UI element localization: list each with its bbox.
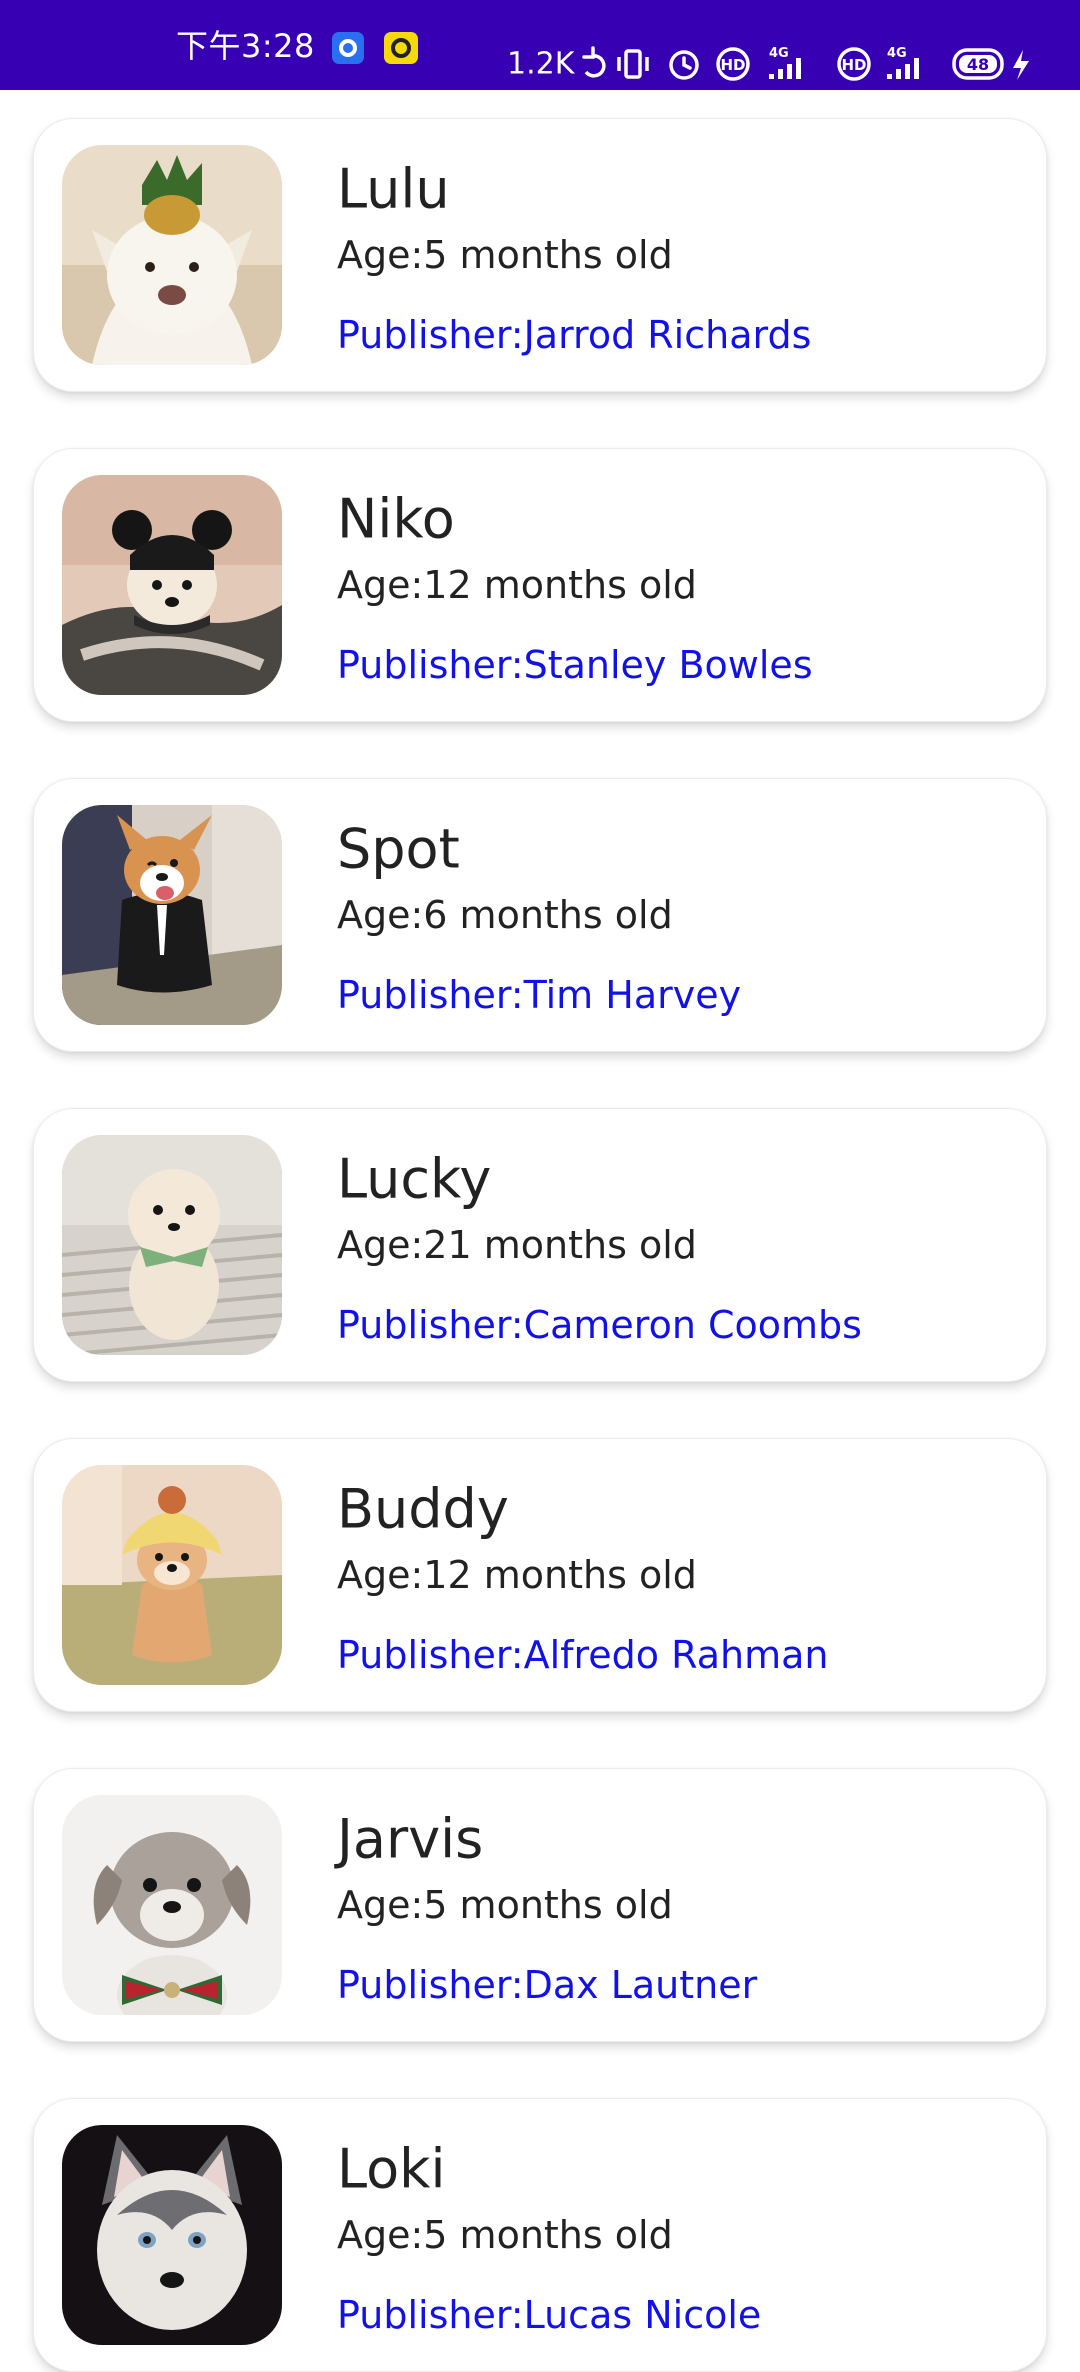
dog-publisher: Publisher:Jarrod Richards (337, 313, 812, 357)
dog-age: Age:12 months old (337, 1553, 697, 1597)
dog-photo (62, 475, 282, 695)
dog-publisher: Publisher:Stanley Bowles (337, 643, 813, 687)
status-indicators: 1.2K HD 4G HD 4G 48 (507, 34, 1047, 94)
dog-name: Buddy (337, 1477, 509, 1541)
dog-card-lucky[interactable]: Lucky Age:21 months old Publisher:Camero… (33, 1108, 1047, 1382)
dog-photo (62, 805, 282, 1025)
dog-publisher: Publisher:Dax Lautner (337, 1963, 758, 2007)
dog-card-spot[interactable]: Spot Age:6 months old Publisher:Tim Harv… (33, 778, 1047, 1052)
dog-name: Lulu (337, 157, 450, 221)
dog-name: Spot (337, 817, 460, 881)
charging-icon (1013, 50, 1029, 80)
dog-card-lulu[interactable]: Lulu Age:5 months old Publisher:Jarrod R… (33, 118, 1047, 392)
dog-publisher: Publisher:Alfredo Rahman (337, 1633, 829, 1677)
svg-text:4G: 4G (887, 46, 907, 61)
dog-photo (62, 145, 282, 365)
dog-publisher: Publisher:Tim Harvey (337, 973, 742, 1017)
notification-app-icon (384, 32, 418, 64)
dog-name: Lucky (337, 1147, 492, 1211)
dog-publisher: Publisher:Lucas Nicole (337, 2293, 762, 2337)
dog-name: Jarvis (337, 1807, 484, 1871)
dog-photo (62, 1465, 282, 1685)
hd-icon: HD (837, 47, 871, 81)
dog-card-niko[interactable]: Niko Age:12 months old Publisher:Stanley… (33, 448, 1047, 722)
dog-publisher: Publisher:Cameron Coombs (337, 1303, 862, 1347)
dog-age: Age:6 months old (337, 893, 673, 937)
signal-4g-icon: 4G (769, 46, 801, 79)
signal-4g-icon: 4G (887, 46, 919, 79)
dog-name: Loki (337, 2137, 446, 2201)
dog-age: Age:5 months old (337, 1883, 673, 1927)
settings-app-icon (332, 32, 364, 64)
vibrate-icon (617, 49, 649, 79)
dog-photo (62, 2125, 282, 2345)
hd-icon: HD (716, 47, 750, 81)
battery-icon: 48 (952, 48, 1004, 80)
dog-age: Age:5 months old (337, 2213, 673, 2257)
status-app-icons (332, 30, 422, 66)
dog-age: Age:21 months old (337, 1223, 697, 1267)
dog-card-jarvis[interactable]: Jarvis Age:5 months old Publisher:Dax La… (33, 1768, 1047, 2042)
sync-icon (582, 46, 606, 78)
dog-age: Age:12 months old (337, 563, 697, 607)
svg-text:HD: HD (841, 56, 866, 74)
dog-name: Niko (337, 487, 455, 551)
battery-level: 48 (967, 55, 989, 74)
dog-age: Age:5 months old (337, 233, 673, 277)
dog-photo (62, 1795, 282, 2015)
status-bar: 下午3:28 1.2K HD 4G HD 4G 48 (0, 0, 1080, 90)
dog-photo (62, 1135, 282, 1355)
alarm-icon (669, 50, 699, 80)
status-time: 下午3:28 (176, 27, 315, 65)
svg-text:HD: HD (720, 56, 745, 74)
dog-card-buddy[interactable]: Buddy Age:12 months old Publisher:Alfred… (33, 1438, 1047, 1712)
svg-text:4G: 4G (769, 46, 789, 61)
dog-card-loki[interactable]: Loki Age:5 months old Publisher:Lucas Ni… (33, 2098, 1047, 2372)
